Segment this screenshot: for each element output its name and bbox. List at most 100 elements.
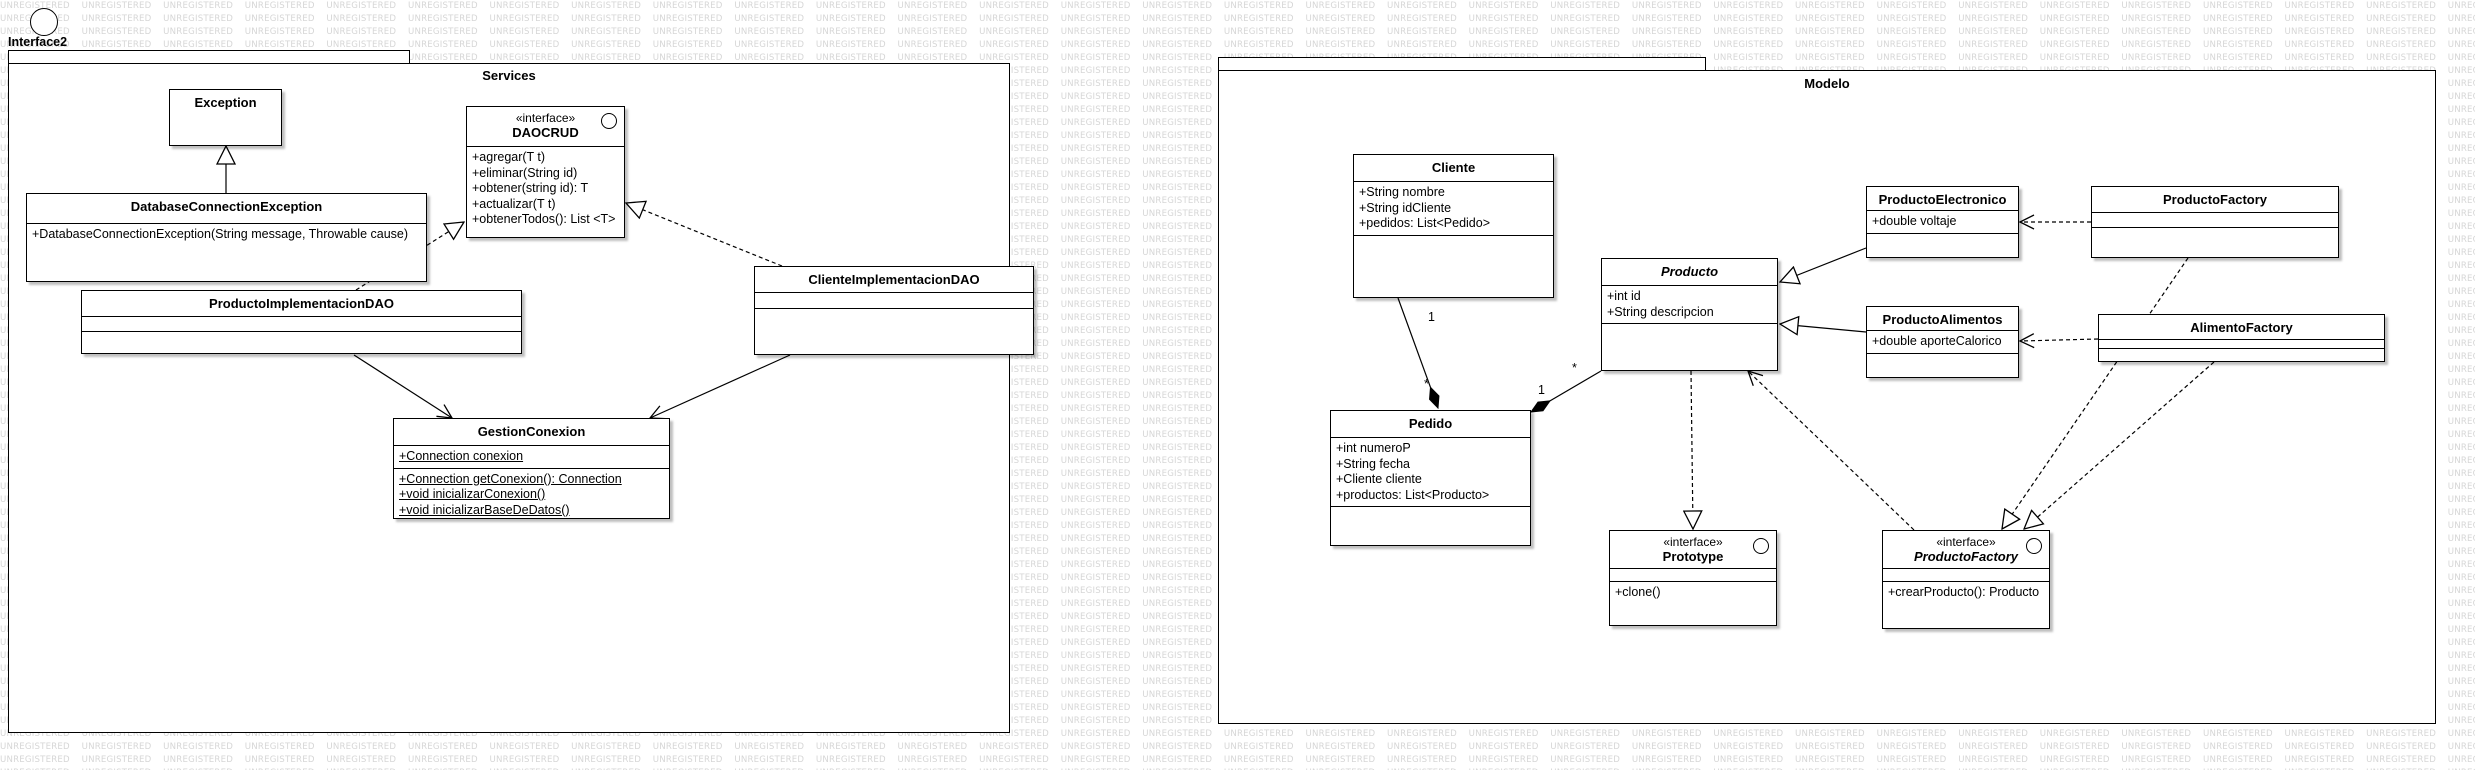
class-name: Exception [194,95,257,110]
attributes-section [1610,569,1776,581]
class-alimento-factory[interactable]: AlimentoFactory [2098,314,2385,362]
class-name: DAOCRUD [512,125,579,140]
operation-row: +agregar(T t) [472,150,546,164]
realization-clientedao-daocrud [626,203,783,267]
class-name: Prototype [1662,549,1724,564]
attributes-section: +int id +String descripcion [1602,286,1777,323]
operation-row: +obtenerTodos(): List <T> [472,212,616,226]
class-cliente-implementacion-dao[interactable]: ClienteImplementacionDAO [754,266,1034,355]
class-name: ProductoImplementacionDAO [209,296,394,311]
realization-producto-prototype [1691,370,1693,529]
operation-row: +void inicializarConexion() [399,487,546,501]
operations-section: +crearProducto(): Producto [1883,581,2049,604]
interface-producto-factory[interactable]: «interface» ProductoFactory +crearProduc… [1882,530,2050,629]
class-name: AlimentoFactory [2190,320,2293,335]
operations-section [2099,348,2384,349]
interface-daocrud[interactable]: «interface» DAOCRUD +agregar(T t) +elimi… [466,106,625,238]
operations-section [1867,352,2018,360]
class-name: Pedido [1408,416,1453,431]
operation-row: +DatabaseConnectionException(String mess… [32,227,409,241]
operations-section [1331,506,1530,513]
attributes-section: +Connection conexion [394,446,669,468]
attributes-section [2092,213,2338,227]
realization-alimentofactory-iproductofactory [2024,361,2215,529]
class-name: ProductoAlimentos [1882,312,2003,327]
class-name: DatabaseConnectionException [130,199,323,214]
attributes-section: +double aporteCalorico [1867,331,2018,353]
operations-section [1867,232,2018,240]
attribute-row: +String descripcion [1607,304,1714,319]
class-producto-alimentos[interactable]: ProductoAlimentos +double aporteCalorico [1866,306,2019,378]
multiplicity-pedido-end-from-cliente: * [1424,377,1429,391]
operations-section [1602,323,1777,330]
class-database-connection-exception[interactable]: DatabaseConnectionException +DatabaseCon… [26,193,427,282]
class-exception[interactable]: Exception [169,89,282,146]
attribute-row: +double aporteCalorico [1872,334,2002,348]
attribute-row: +int id [1607,289,1641,303]
operation-row: +void inicializarBaseDeDatos() [399,502,570,517]
operations-section [82,331,521,338]
multiplicity-producto-end: * [1572,361,1577,375]
attributes-section [2099,340,2384,348]
operation-row: +obtener(string id): T [472,181,589,195]
stereotype-label: «interface» [1936,535,1996,549]
operation-row: +eliminar(String id) [472,165,578,180]
operation-row: +clone() [1615,585,1661,599]
attributes-section: +String nombre +String idCliente +pedido… [1354,182,1553,235]
association-productodao-gestion [353,354,452,418]
dependency-alimentofactory-alimentos [2020,339,2099,341]
class-producto-implementacion-dao[interactable]: ProductoImplementacionDAO [81,290,522,354]
class-gestion-conexion[interactable]: GestionConexion +Connection conexion +Co… [393,418,670,519]
class-name: Cliente [1431,160,1476,175]
class-pedido[interactable]: Pedido +int numeroP +String fecha +Clien… [1330,410,1531,546]
generalization-electronico-producto [1780,247,1867,282]
attribute-row: +String fecha [1336,456,1411,471]
operations-section [1354,234,1553,242]
operations-section [755,308,1033,315]
attributes-section [82,317,521,331]
multiplicity-cliente-end: 1 [1428,310,1435,324]
class-producto-electronico[interactable]: ProductoElectronico +double voltaje [1866,186,2019,258]
interface-circle-icon [601,113,617,129]
class-name: ProductoFactory [1913,549,2018,564]
stereotype-label: «interface» [1663,535,1723,549]
operation-row: +crearProducto(): Producto [1888,585,2040,599]
attributes-section: +int numeroP +String fecha +Cliente clie… [1331,438,1530,506]
operations-section: +clone() [1610,581,1776,604]
attribute-row: +pedidos: List<Pedido> [1359,216,1491,230]
dependency-iproductofactory-producto [1748,371,1915,531]
attributes-section [1883,569,2049,581]
stereotype-label: «interface» [515,111,576,125]
association-clientedao-gestion [650,354,791,418]
class-name: ProductoFactory [2162,192,2267,207]
attributes-section [755,293,1033,308]
class-producto[interactable]: Producto +int id +String descripcion [1601,258,1778,371]
class-name: ProductoElectronico [1878,192,2007,207]
attribute-row: +double voltaje [1872,214,1957,228]
attribute-row: +String nombre [1359,185,1445,199]
operation-row: +actualizar(T t) [472,196,556,211]
interface-circle-icon [1753,538,1769,554]
operations-section [2092,227,2338,234]
realization-productofactory-iproductofactory [2002,257,2189,529]
class-producto-factory[interactable]: ProductoFactory [2091,186,2339,258]
relationship-lines [0,0,2215,531]
class-name: ClienteImplementacionDAO [808,272,980,287]
attribute-row: +String idCliente [1359,200,1452,215]
multiplicity-pedido-end-from-producto: 1 [1538,383,1545,397]
attributes-section: +double voltaje [1867,211,2018,233]
class-name: Producto [1660,264,1719,279]
operation-row: +Connection getConexion(): Connection [399,471,622,486]
attribute-row: +Connection conexion [399,449,524,463]
operations-section: +Connection getConexion(): Connection +v… [394,467,669,522]
class-cliente[interactable]: Cliente +String nombre +String idCliente… [1353,154,1554,298]
interface-prototype[interactable]: «interface» Prototype +clone() [1609,530,1777,626]
class-name: GestionConexion [477,424,586,439]
generalization-alimentos-producto [1780,324,1867,332]
attribute-row: +productos: List<Producto> [1336,487,1490,502]
interface-circle-icon [2026,538,2042,554]
operations-section: +DatabaseConnectionException(String mess… [27,224,426,246]
attribute-row: +Cliente cliente [1336,472,1422,486]
attribute-row: +int numeroP [1336,441,1411,455]
operations-section: +agregar(T t) +eliminar(String id) +obte… [467,147,624,231]
